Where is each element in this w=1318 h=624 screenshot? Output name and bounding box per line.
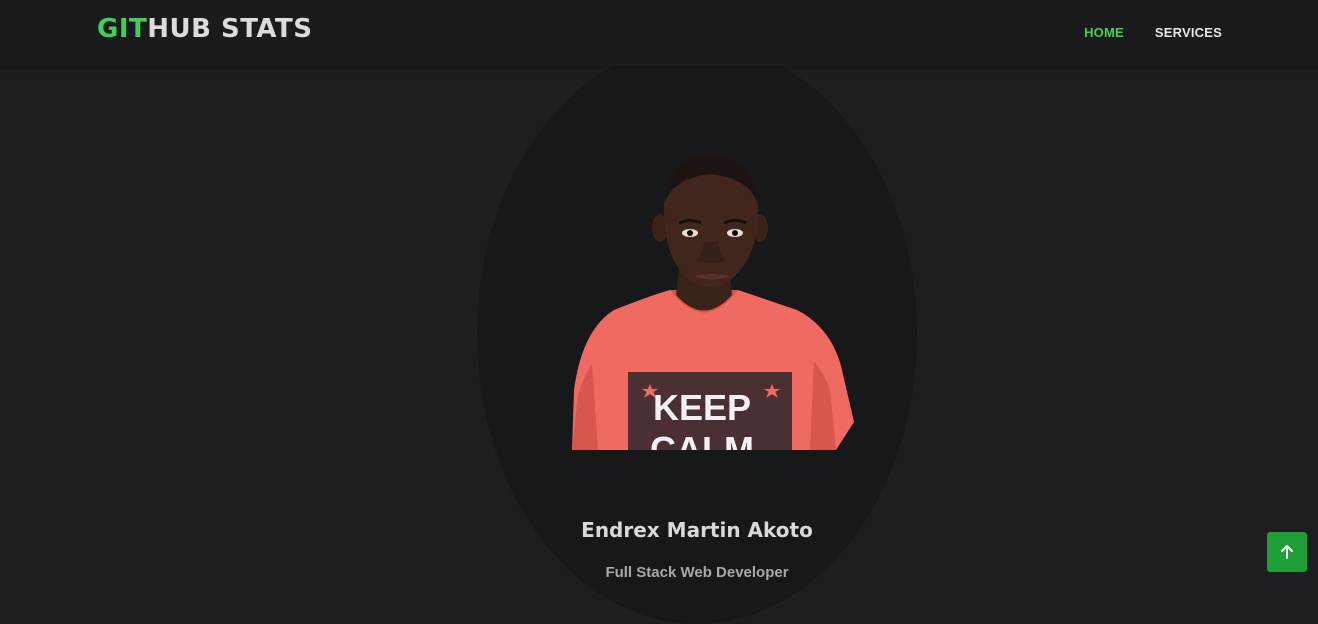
nav-home-link[interactable]: HOME: [1084, 25, 1124, 40]
logo-text: HUB STATS: [147, 14, 313, 44]
site-logo[interactable]: GITHUB STATS: [97, 14, 313, 44]
shirt-text-keep: KEEP: [653, 387, 751, 428]
main-nav: HOME SERVICES: [1084, 25, 1222, 40]
profile-photo: KEEP CALM: [552, 150, 856, 450]
scroll-to-top-button[interactable]: [1267, 532, 1307, 572]
profile-role: Full Stack Web Developer: [605, 564, 789, 581]
shirt-text-calm: CALM: [650, 429, 754, 450]
logo-accent: GIT: [97, 14, 148, 44]
nav-services-link[interactable]: SERVICES: [1155, 25, 1222, 40]
navbar: GITHUB STATS HOME SERVICES: [0, 0, 1318, 66]
arrow-up-icon: [1281, 545, 1293, 559]
profile-name: Endrex Martin Akoto: [581, 518, 813, 543]
